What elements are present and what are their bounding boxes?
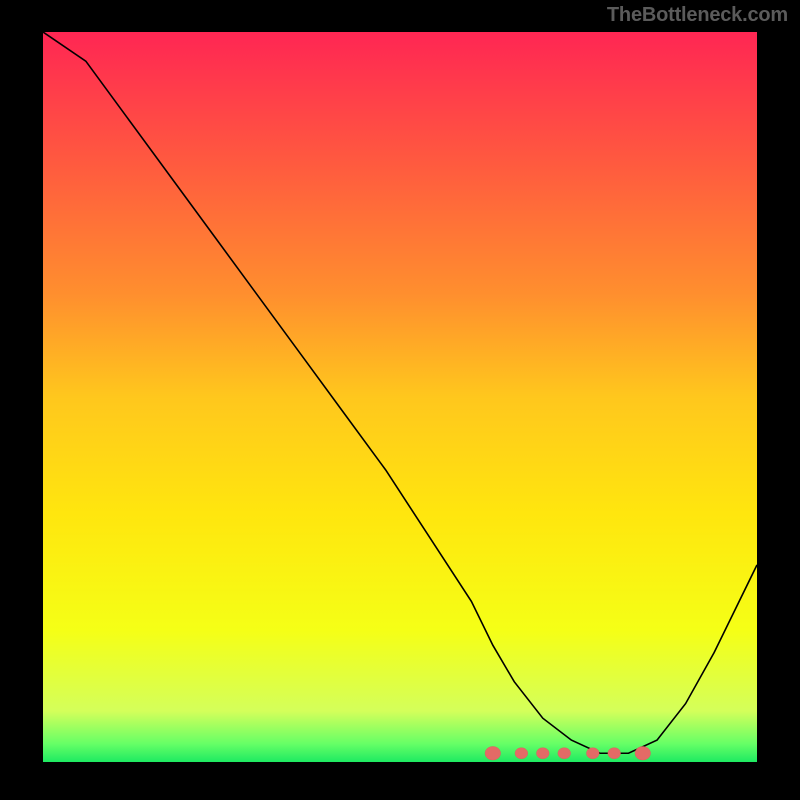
marker-dot — [635, 746, 651, 760]
bottleneck-chart — [43, 32, 757, 762]
marker-dot — [586, 748, 599, 759]
marker-dot — [536, 748, 549, 759]
attribution-label: TheBottleneck.com — [607, 4, 788, 27]
gradient-background — [43, 32, 757, 762]
marker-dot — [485, 746, 501, 760]
marker-dot — [608, 748, 621, 759]
marker-dot — [558, 748, 571, 759]
marker-dot — [515, 748, 528, 759]
